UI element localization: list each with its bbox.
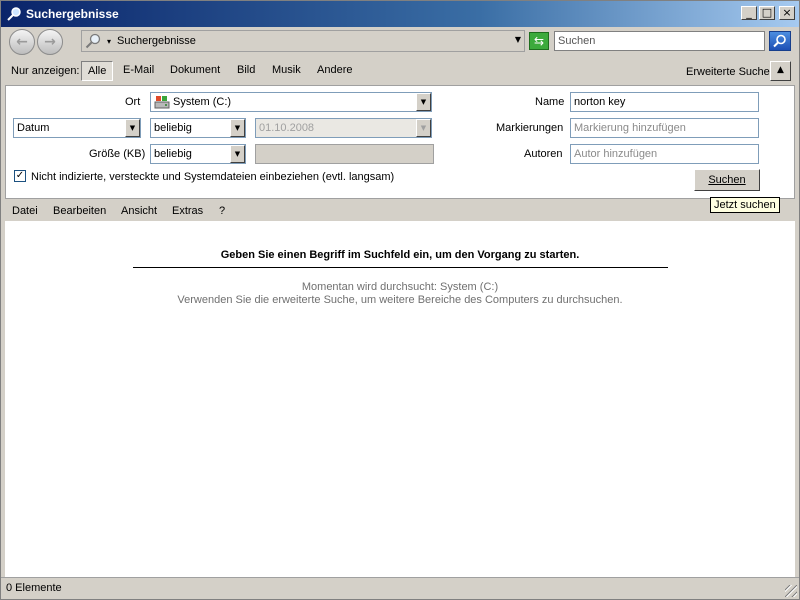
size-mode-select[interactable]: beliebig ▼ xyxy=(150,144,246,164)
location-value: System (C:) xyxy=(173,96,232,108)
menu-bar: Datei Bearbeiten Ansicht Extras ? xyxy=(1,201,799,221)
refresh-button[interactable]: ⇆ xyxy=(529,32,549,50)
search-prompt: Geben Sie einen Begriff im Suchfeld ein,… xyxy=(220,249,580,261)
authors-field[interactable]: Autor hinzufügen xyxy=(570,144,759,164)
resize-grip-icon[interactable] xyxy=(785,585,797,597)
name-label: Name xyxy=(535,96,565,108)
back-arrow-icon: ← xyxy=(16,34,28,50)
magnifier-icon xyxy=(7,7,21,21)
include-hidden-checkbox[interactable]: ✓ xyxy=(14,170,26,182)
menu-edit[interactable]: Bearbeiten xyxy=(53,205,106,217)
status-bar: 0 Elemente xyxy=(1,577,799,599)
close-button[interactable]: × xyxy=(779,6,795,20)
window-title: Suchergebnisse xyxy=(26,7,119,21)
authors-label: Autoren xyxy=(524,148,563,160)
minimize-button[interactable]: _ xyxy=(741,6,757,20)
chevron-down-icon[interactable]: ▼ xyxy=(125,119,140,137)
date-mode-value: beliebig xyxy=(154,122,192,134)
search-button[interactable]: Suchen xyxy=(694,169,760,191)
chevron-down-icon[interactable]: ▼ xyxy=(230,119,245,137)
divider xyxy=(133,267,668,268)
include-hidden-label[interactable]: Nicht indizierte, versteckte und Systemd… xyxy=(31,171,394,183)
tags-label: Markierungen xyxy=(496,122,564,134)
date-field-select[interactable]: Datum ▼ xyxy=(13,118,141,138)
menu-view[interactable]: Ansicht xyxy=(121,205,157,217)
window-controls: _ □ × xyxy=(741,6,795,20)
filter-image[interactable]: Bild xyxy=(231,61,261,81)
menu-help[interactable]: ? xyxy=(219,205,225,217)
advanced-search-panel: Ort System (C:) ▼ Datum ▼ beliebig ▼ 01.… xyxy=(5,85,795,199)
size-value-field xyxy=(255,144,434,164)
search-go-button[interactable] xyxy=(769,31,791,51)
size-label: Größe (KB) xyxy=(89,148,146,160)
address-dropdown-icon[interactable]: ▼ xyxy=(515,35,521,44)
filter-document[interactable]: Dokument xyxy=(164,61,226,81)
filter-all[interactable]: Alle xyxy=(81,61,114,81)
search-icon xyxy=(773,34,786,48)
location-label: Ort xyxy=(125,96,141,108)
maximize-button[interactable]: □ xyxy=(759,6,775,20)
filter-other[interactable]: Andere xyxy=(311,61,358,81)
drive-icon xyxy=(154,96,170,109)
advanced-search-toggle[interactable]: ▲ xyxy=(770,61,791,81)
chevron-down-icon: ▼ xyxy=(416,119,431,137)
search-input[interactable]: Suchen xyxy=(554,31,765,51)
filter-music[interactable]: Musik xyxy=(266,61,307,81)
size-mode-value: beliebig xyxy=(154,148,192,160)
scope-info: Momentan wird durchsucht: System (C:) xyxy=(301,281,499,293)
name-field[interactable]: norton key xyxy=(570,92,759,112)
filter-label: Nur anzeigen: xyxy=(11,65,80,77)
advanced-search-label[interactable]: Erweiterte Suche xyxy=(686,66,770,78)
tags-field[interactable]: Markierung hinzufügen xyxy=(570,118,759,138)
chevron-down-icon[interactable]: ▼ xyxy=(230,145,245,163)
date-picker: 01.10.2008 ▼ xyxy=(255,118,432,138)
advanced-hint: Verwenden Sie die erweiterte Suche, um w… xyxy=(177,294,623,306)
back-button[interactable]: ← xyxy=(9,29,35,55)
location-select[interactable]: System (C:) ▼ xyxy=(150,92,432,112)
search-window: Suchergebnisse _ □ × ← → ▾ Suchergebniss… xyxy=(0,0,800,600)
date-field-value: Datum xyxy=(17,122,50,134)
refresh-icon: ⇆ xyxy=(533,34,545,48)
address-bar[interactable]: ▾ Suchergebnisse ▼ xyxy=(81,30,525,52)
breadcrumb-chevron-icon[interactable]: ▾ xyxy=(107,37,111,46)
filter-email[interactable]: E-Mail xyxy=(117,61,160,81)
navigation-bar: ← → ▾ Suchergebnisse ▼ ⇆ Suchen xyxy=(1,27,799,57)
title-bar: Suchergebnisse _ □ × xyxy=(1,1,799,27)
address-text: Suchergebnisse xyxy=(117,35,196,47)
results-area: Geben Sie einen Begriff im Suchfeld ein,… xyxy=(5,221,795,577)
menu-tools[interactable]: Extras xyxy=(172,205,203,217)
forward-arrow-icon: → xyxy=(44,34,56,50)
filter-bar: Nur anzeigen: Alle E-Mail Dokument Bild … xyxy=(1,57,799,85)
chevron-down-icon[interactable]: ▼ xyxy=(416,93,431,111)
search-tooltip: Jetzt suchen xyxy=(710,197,780,213)
magnifier-icon xyxy=(85,33,101,49)
menu-file[interactable]: Datei xyxy=(12,205,38,217)
item-count: 0 Elemente xyxy=(6,582,62,594)
date-value: 01.10.2008 xyxy=(259,122,315,134)
forward-button[interactable]: → xyxy=(37,29,63,55)
chevron-up-icon: ▲ xyxy=(777,65,784,75)
date-mode-select[interactable]: beliebig ▼ xyxy=(150,118,246,138)
